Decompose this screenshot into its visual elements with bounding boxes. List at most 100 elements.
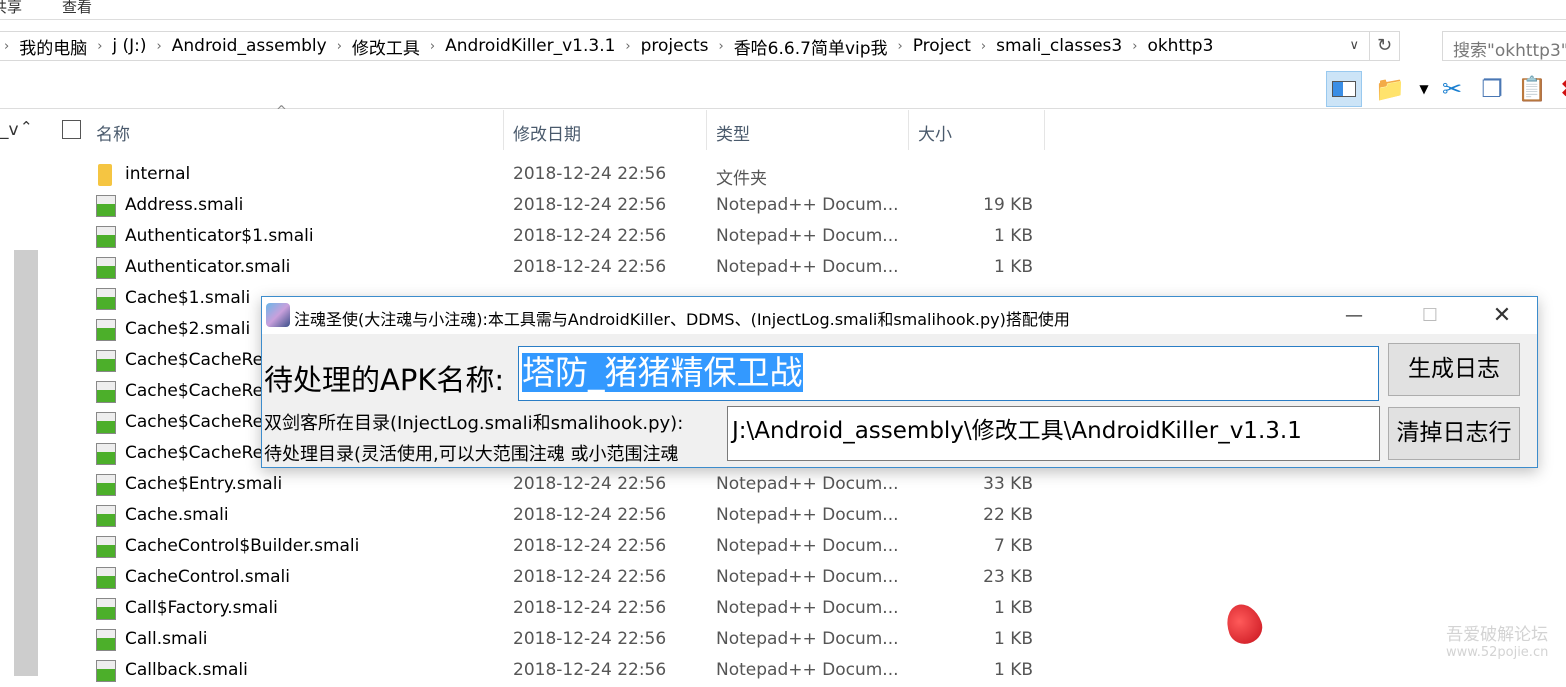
file-type: Notepad++ Docum...	[716, 629, 899, 649]
breadcrumb-item[interactable]: smali_classes3	[990, 36, 1128, 56]
breadcrumb-item[interactable]: j (J:)	[106, 36, 152, 56]
file-type: Notepad++ Docum...	[716, 226, 899, 246]
file-row[interactable]: CacheControl$Builder.smali 2018-12-24 22…	[90, 532, 1050, 563]
notepad-file-icon	[96, 381, 116, 403]
file-type: Notepad++ Docum...	[716, 567, 899, 587]
scroll-up-icon[interactable]: ⌃	[20, 118, 33, 136]
file-name: internal	[125, 164, 191, 184]
file-size: 1 KB	[993, 226, 1033, 246]
tab-share[interactable]: 共享	[0, 0, 22, 17]
chevron-right-icon[interactable]: ›	[621, 39, 634, 54]
file-date: 2018-12-24 22:56	[513, 474, 667, 494]
paste-icon[interactable]: 📋	[1514, 71, 1550, 107]
chevron-right-icon[interactable]: ›	[153, 39, 166, 54]
delete-icon[interactable]: ✖	[1552, 71, 1566, 107]
cut-icon[interactable]: ✂	[1434, 71, 1470, 107]
file-type: Notepad++ Docum...	[716, 505, 899, 525]
close-button[interactable]: ✕	[1472, 297, 1532, 334]
notepad-file-icon	[96, 474, 116, 496]
file-row[interactable]: CacheControl.smali 2018-12-24 22:56 Note…	[90, 563, 1050, 594]
notepad-file-icon	[96, 350, 116, 372]
file-row[interactable]: Authenticator$1.smali 2018-12-24 22:56 N…	[90, 222, 1050, 253]
chevron-right-icon[interactable]: ›	[333, 39, 346, 54]
chevron-down-icon[interactable]: ∨	[1349, 38, 1359, 53]
file-name: Authenticator.smali	[125, 257, 291, 277]
dialog-title-bar[interactable]: 注魂圣使(大注魂与小注魂):本工具需与AndroidKiller、DDMS、(I…	[262, 297, 1537, 334]
chevron-right-icon[interactable]: ›	[977, 39, 990, 54]
chevron-right-icon[interactable]: ›	[714, 39, 727, 54]
file-row[interactable]: Cache$Entry.smali 2018-12-24 22:56 Notep…	[90, 470, 1050, 501]
preview-pane-icon[interactable]	[1326, 71, 1362, 107]
notepad-file-icon	[96, 598, 116, 620]
notepad-file-icon	[96, 319, 116, 341]
file-name: Cache$2.smali	[125, 319, 251, 339]
chevron-right-icon[interactable]: ›	[93, 39, 106, 54]
file-row[interactable]: Address.smali 2018-12-24 22:56 Notepad++…	[90, 191, 1050, 222]
nav-scrollbar[interactable]	[14, 250, 38, 676]
dialog-title: 注魂圣使(大注魂与小注魂):本工具需与AndroidKiller、DDMS、(I…	[294, 310, 1070, 329]
breadcrumb-item[interactable]: okhttp3	[1141, 36, 1219, 56]
file-name: Callback.smali	[125, 660, 248, 680]
chevron-right-icon[interactable]: ›	[1128, 39, 1141, 54]
file-date: 2018-12-24 22:56	[513, 660, 667, 680]
watermark: 吾爱破解论坛 www.52pojie.cn	[1446, 626, 1548, 662]
breadcrumb-item[interactable]: Project	[907, 36, 977, 56]
notepad-file-icon	[96, 443, 116, 465]
file-size: 1 KB	[993, 598, 1033, 618]
file-name: Cache$Entry.smali	[125, 474, 283, 494]
file-name: CacheControl$Builder.smali	[125, 536, 360, 556]
generate-log-button[interactable]: 生成日志	[1388, 343, 1520, 396]
file-name: Address.smali	[125, 195, 244, 215]
file-row[interactable]: Callback.smali 2018-12-24 22:56 Notepad+…	[90, 656, 1050, 687]
directory-input[interactable]: J:\Android_assembly\修改工具\AndroidKiller_v…	[727, 406, 1380, 461]
breadcrumb-item[interactable]: AndroidKiller_v1.3.1	[439, 36, 621, 56]
apk-name-value: 塔防_猪猪精保卫战	[522, 353, 803, 392]
file-name: CacheControl.smali	[125, 567, 291, 587]
breadcrumb-item[interactable]: projects	[635, 36, 715, 56]
file-name: Cache$CacheRe	[125, 443, 264, 463]
file-name: Cache.smali	[125, 505, 229, 525]
properties-folder-icon[interactable]: 📁	[1372, 71, 1408, 107]
nav-item-label[interactable]: _v	[0, 120, 19, 140]
search-input[interactable]: 搜索"okhttp3"	[1442, 31, 1566, 61]
file-row[interactable]: Call.smali 2018-12-24 22:56 Notepad++ Do…	[90, 625, 1050, 656]
strawberry-icon	[1221, 599, 1267, 649]
copy-icon[interactable]: ❐	[1474, 71, 1510, 107]
breadcrumb-item[interactable]: 修改工具	[346, 34, 426, 59]
chevron-right-icon[interactable]: ›	[894, 39, 907, 54]
maximize-button[interactable]: ☐	[1400, 297, 1460, 334]
file-name: Cache$CacheRe	[125, 381, 264, 401]
target-dir-label: 待处理目录(灵活使用,可以大范围注魂 或小范围注魂	[264, 444, 679, 465]
chevron-right-icon[interactable]: ›	[0, 39, 13, 54]
tab-view[interactable]: 查看	[62, 0, 92, 17]
watermark-line2: www.52pojie.cn	[1446, 645, 1549, 660]
file-name: Call$Factory.smali	[125, 598, 278, 618]
breadcrumb-item[interactable]: Android_assembly	[166, 36, 333, 56]
minimize-button[interactable]: —	[1324, 297, 1384, 334]
file-row[interactable]: Call$Factory.smali 2018-12-24 22:56 Note…	[90, 594, 1050, 625]
sort-ascending-icon: ^	[276, 104, 287, 119]
column-type[interactable]: 类型	[716, 120, 750, 145]
notepad-file-icon	[96, 226, 116, 248]
file-date: 2018-12-24 22:56	[513, 536, 667, 556]
refresh-icon[interactable]: ↻	[1369, 32, 1399, 60]
address-bar[interactable]: › 我的电脑 › j (J:) › Android_assembly › 修改工具 › Andr…	[0, 31, 1400, 61]
apk-name-input[interactable]: 塔防_猪猪精保卫战	[518, 346, 1379, 401]
file-date: 2018-12-24 22:56	[513, 257, 667, 277]
breadcrumb-item[interactable]: 我的电脑	[13, 34, 93, 59]
notepad-file-icon	[96, 629, 116, 651]
column-name[interactable]: 名称	[96, 120, 130, 145]
select-all-checkbox[interactable]	[62, 120, 81, 139]
file-row[interactable]: Authenticator.smali 2018-12-24 22:56 Not…	[90, 253, 1050, 284]
chevron-right-icon[interactable]: ›	[426, 39, 439, 54]
file-row[interactable]: internal 2018-12-24 22:56 文件夹	[90, 160, 1050, 191]
column-size[interactable]: 大小	[918, 120, 952, 145]
column-date[interactable]: 修改日期	[513, 120, 581, 145]
file-size: 1 KB	[993, 629, 1033, 649]
file-size: 7 KB	[993, 536, 1033, 556]
file-size: 19 KB	[983, 195, 1033, 215]
breadcrumb-item[interactable]: 香哈6.6.7简单vip我	[728, 34, 894, 59]
clear-log-lines-button[interactable]: 清掉日志行	[1388, 407, 1520, 460]
app-icon	[266, 303, 290, 327]
file-row[interactable]: Cache.smali 2018-12-24 22:56 Notepad++ D…	[90, 501, 1050, 532]
